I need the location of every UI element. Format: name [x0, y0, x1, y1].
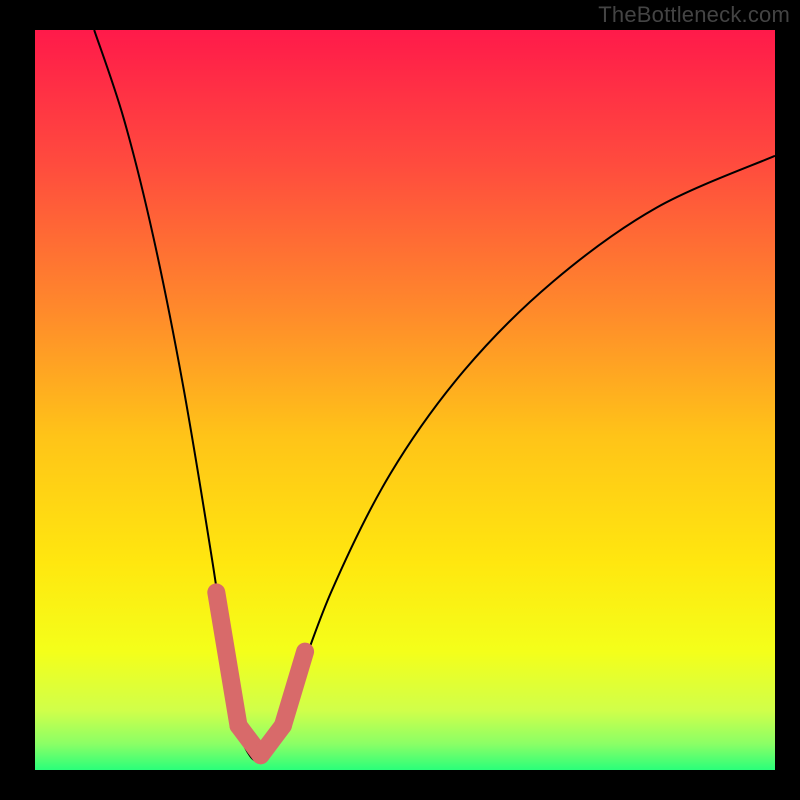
gradient-background [35, 30, 775, 770]
bottleneck-chart [35, 30, 775, 770]
watermark-text: TheBottleneck.com [598, 2, 790, 28]
plot-area [35, 30, 775, 770]
chart-frame: TheBottleneck.com [0, 0, 800, 800]
